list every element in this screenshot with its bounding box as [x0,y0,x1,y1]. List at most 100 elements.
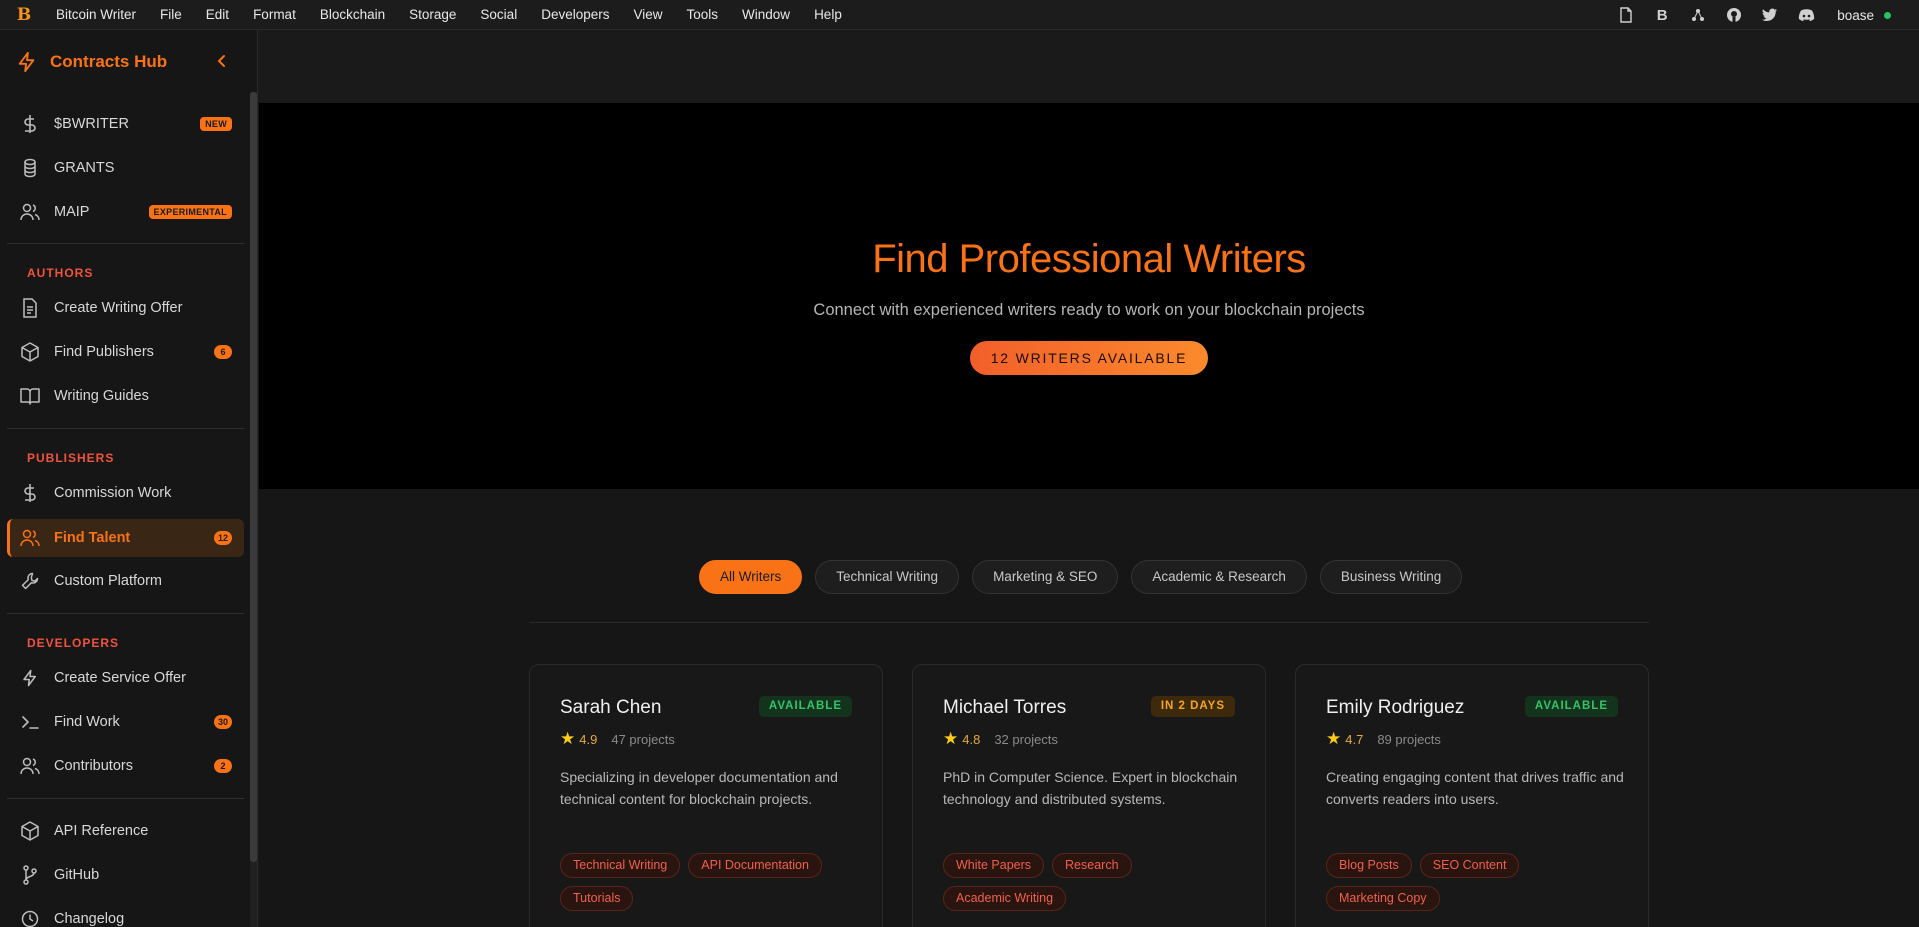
sidebar-scrollbar-thumb[interactable] [250,92,257,862]
menu-social[interactable]: Social [480,7,517,22]
sidebar-item-label: Contributors [54,758,133,774]
github-icon[interactable] [1725,6,1743,24]
writer-card[interactable]: Michael Torres IN 2 DAYS ★ 4.8 32 projec… [912,664,1266,927]
writer-description: Creating engaging content that drives tr… [1326,769,1624,807]
project-count: 32 projects [994,731,1058,747]
writer-name: Michael Torres [943,697,1067,718]
users-icon [20,528,40,548]
menu-view[interactable]: View [634,7,663,22]
filter-divider [529,622,1649,623]
package-icon [20,342,40,362]
filter-chips: All Writers Technical Writing Marketing … [699,560,1463,594]
hero-title: Find Professional Writers [872,237,1306,281]
menu-help[interactable]: Help [814,7,842,22]
project-count: 89 projects [1377,731,1441,747]
menu-developers[interactable]: Developers [541,7,609,22]
sidebar-item-create-service-offer[interactable]: Create Service Offer [7,659,244,697]
bitcoin-writer-logo-icon[interactable]: B [14,5,34,25]
new-badge: NEW [200,117,232,131]
sidebar-item-label: Changelog [54,911,125,927]
menu-tools[interactable]: Tools [687,7,719,22]
sidebar-item-bwriter[interactable]: $BWRITER NEW [7,105,244,143]
sidebar-item-find-talent[interactable]: Find Talent 12 [7,519,244,557]
sidebar-item-api-reference[interactable]: API Reference [7,812,244,850]
document-icon[interactable] [1617,6,1635,24]
sidebar-item-grants[interactable]: GRANTS [7,149,244,187]
writer-rating: ★ 4.8 32 projects [943,729,1058,749]
filter-business-writing[interactable]: Business Writing [1319,560,1463,594]
sidebar-item-writing-guides[interactable]: Writing Guides [7,377,244,415]
writers-available-button[interactable]: 12 WRITERS AVAILABLE [970,341,1208,375]
rating-value: 4.9 [579,731,598,747]
filter-marketing-seo[interactable]: Marketing & SEO [972,560,1119,594]
sidebar-divider [7,798,244,799]
dollar-icon [20,483,40,503]
status-badge: AVAILABLE [758,696,852,717]
sidebar-item-label: Find Work [54,714,120,730]
sidebar-item-custom-platform[interactable]: Custom Platform [7,562,244,600]
sidebar-item-label: Create Writing Offer [54,300,183,316]
discord-icon[interactable] [1797,6,1815,24]
experimental-badge: EXPERIMENTAL [148,205,232,219]
users-icon [20,756,40,776]
sidebar-item-label: Create Service Offer [54,670,186,686]
sidebar-item-create-writing-offer[interactable]: Create Writing Offer [7,289,244,327]
menu-format[interactable]: Format [253,7,296,22]
sidebar-item-find-publishers[interactable]: Find Publishers 6 [7,333,244,371]
writer-card[interactable]: Emily Rodriguez AVAILABLE ★ 4.7 89 proje… [1295,664,1649,927]
twitter-icon[interactable] [1761,6,1779,24]
sidebar-divider [7,428,244,429]
filter-technical-writing[interactable]: Technical Writing [815,560,960,594]
menu-edit[interactable]: Edit [206,7,229,22]
writer-description: PhD in Computer Science. Expert in block… [943,769,1238,807]
section-label-authors: AUTHORS [27,266,94,280]
dollar-icon [20,114,40,134]
sidebar-item-github[interactable]: GitHub [7,856,244,894]
sidebar-item-label: Custom Platform [54,573,162,589]
skill-tag: Tutorials [560,886,634,911]
sidebar-title: Contracts Hub [50,51,168,71]
sidebar-item-label: MAIP [54,204,90,220]
sidebar-item-label: GRANTS [54,160,115,176]
wrench-icon [20,571,40,591]
menu-bar: B Bitcoin Writer File Edit Format Blockc… [0,0,1919,30]
user-name[interactable]: boase [1837,8,1874,23]
project-count: 47 projects [611,731,675,747]
star-icon: ★ [943,729,959,748]
terminal-icon [20,712,40,732]
filter-all-writers[interactable]: All Writers [699,560,803,594]
writer-rating: ★ 4.7 89 projects [1326,729,1441,749]
menu-file[interactable]: File [160,7,182,22]
menu-storage[interactable]: Storage [409,7,456,22]
star-icon: ★ [560,729,576,748]
writer-tags: Technical Writing API Documentation Tuto… [560,853,860,911]
sidebar-item-label: Find Talent [54,530,131,546]
writer-tags: White Papers Research Academic Writing [943,853,1243,911]
sidebar-item-label: API Reference [54,823,149,839]
chevron-left-icon[interactable] [213,52,231,70]
sidebar-item-commission-work[interactable]: Commission Work [7,474,244,512]
clock-icon [20,909,40,927]
sidebar-divider [7,613,244,614]
bold-b-icon[interactable]: B [1653,6,1671,24]
online-status-dot [1884,11,1891,19]
writer-description: Specializing in developer documentation … [560,769,838,807]
menu-blockchain[interactable]: Blockchain [320,7,385,22]
writer-card[interactable]: Sarah Chen AVAILABLE ★ 4.9 47 projects S… [529,664,883,927]
sidebar-item-label: Writing Guides [54,388,149,404]
sidebar-item-contributors[interactable]: Contributors 2 [7,747,244,785]
menu-window[interactable]: Window [742,7,790,22]
status-badge: AVAILABLE [1524,696,1618,717]
hero-subtitle: Connect with experienced writers ready t… [813,301,1365,319]
filter-academic-research[interactable]: Academic & Research [1131,560,1307,594]
sidebar-item-find-work[interactable]: Find Work 30 [7,703,244,741]
sidebar-item-label: $BWRITER [54,116,129,132]
sidebar-item-changelog[interactable]: Changelog [7,900,244,927]
menu-app-name[interactable]: Bitcoin Writer [56,7,136,22]
sidebar-item-label: GitHub [54,867,100,883]
coins-icon [20,158,40,178]
lightning-icon [16,51,38,73]
writer-name: Sarah Chen [560,697,662,718]
sidebar-item-maip[interactable]: MAIP EXPERIMENTAL [7,193,244,231]
asterisk-icon[interactable] [1689,6,1707,24]
